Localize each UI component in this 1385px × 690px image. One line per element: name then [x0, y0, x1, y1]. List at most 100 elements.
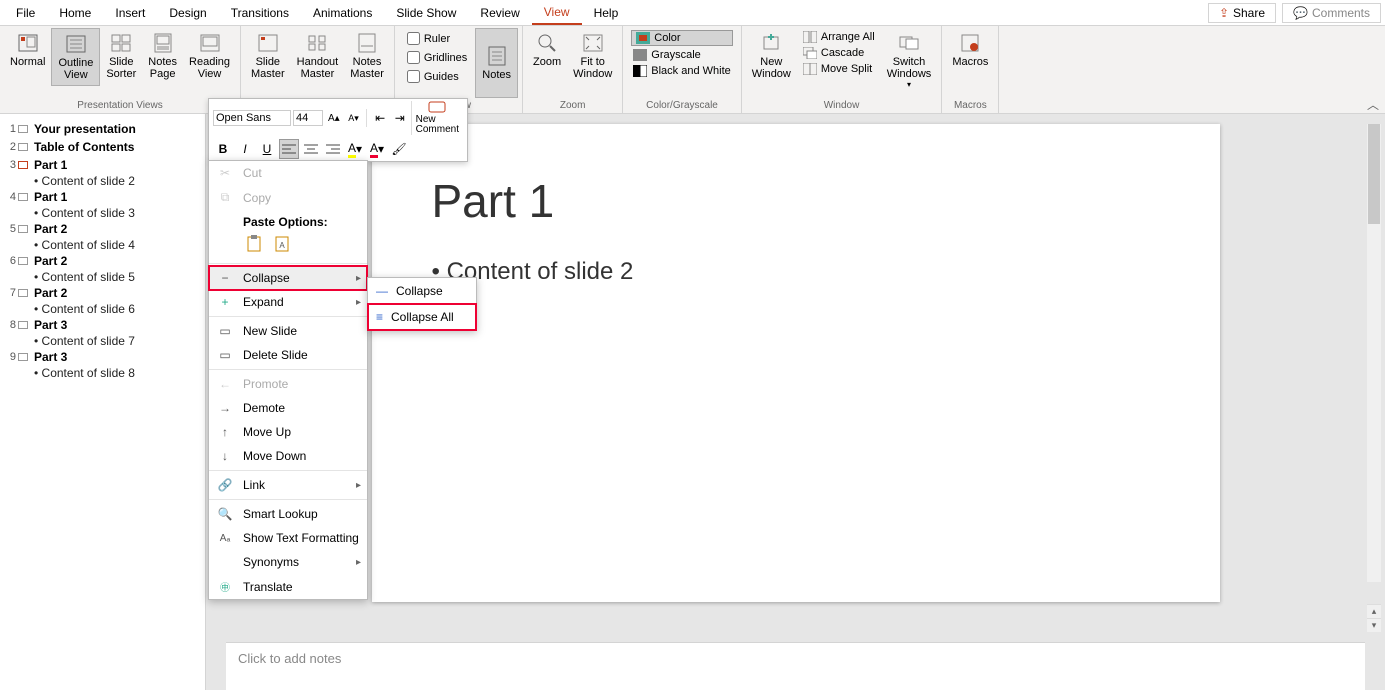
decrease-font-button[interactable]: A▾	[345, 108, 363, 128]
outline-item[interactable]: 7Part 2	[4, 284, 201, 302]
prev-slide-button[interactable]: ▴	[1367, 604, 1381, 618]
outline-item[interactable]: 2Table of Contents	[4, 138, 201, 156]
increase-font-button[interactable]: A▴	[325, 108, 343, 128]
outline-subitem[interactable]: Content of slide 4	[4, 238, 201, 252]
handout-master-button[interactable]: Handout Master	[291, 28, 345, 84]
outline-subitem[interactable]: Content of slide 6	[4, 302, 201, 316]
zoom-button[interactable]: Zoom	[527, 28, 567, 72]
outline-item[interactable]: 3Part 1	[4, 156, 201, 174]
tab-insert[interactable]: Insert	[103, 2, 157, 24]
tab-design[interactable]: Design	[157, 2, 218, 24]
reading-view-button[interactable]: Reading View	[183, 28, 236, 84]
cascade-button[interactable]: Cascade	[801, 46, 877, 60]
sub-collapse[interactable]: —Collapse	[368, 278, 476, 304]
increase-indent-button[interactable]: ⇥	[391, 108, 409, 128]
outline-title[interactable]: Your presentation	[34, 122, 136, 136]
slide[interactable]: Part 1 • Content of slide 2	[372, 124, 1220, 602]
ctx-delete-slide[interactable]: ▭Delete Slide	[209, 343, 367, 367]
outline-title[interactable]: Part 1	[34, 158, 67, 172]
ctx-show-formatting[interactable]: AₐShow Text Formatting	[209, 526, 367, 550]
decrease-indent-button[interactable]: ⇤	[371, 108, 389, 128]
outline-title[interactable]: Part 2	[34, 254, 67, 268]
ctx-translate[interactable]: ㊥Translate	[209, 574, 367, 599]
ctx-move-down[interactable]: ↓Move Down	[209, 444, 367, 468]
ctx-synonyms[interactable]: Synonyms▸	[209, 550, 367, 574]
font-color-button[interactable]: A▾	[367, 139, 387, 159]
outline-panel[interactable]: 1Your presentation2Table of Contents3Par…	[0, 114, 206, 690]
tab-file[interactable]: File	[4, 2, 47, 24]
font-name-input[interactable]	[213, 110, 291, 126]
macros-button[interactable]: Macros	[946, 28, 994, 72]
outline-subitem[interactable]: Content of slide 2	[4, 174, 201, 188]
font-size-input[interactable]	[293, 110, 323, 126]
vertical-scrollbar[interactable]	[1367, 124, 1381, 582]
outline-subitem[interactable]: Content of slide 8	[4, 366, 201, 380]
ctx-expand[interactable]: +Expand▸	[209, 290, 367, 314]
tab-help[interactable]: Help	[582, 2, 631, 24]
outline-item[interactable]: 8Part 3	[4, 316, 201, 334]
slide-sorter-button[interactable]: Slide Sorter	[100, 28, 142, 84]
normal-view-button[interactable]: Normal	[4, 28, 51, 72]
outline-item[interactable]: 4Part 1	[4, 188, 201, 206]
paste-option-1[interactable]	[243, 233, 265, 255]
new-window-button[interactable]: New Window	[746, 28, 797, 84]
ctx-move-up[interactable]: ↑Move Up	[209, 420, 367, 444]
arrange-all-button[interactable]: Arrange All	[801, 30, 877, 44]
align-left-button[interactable]	[279, 139, 299, 159]
outline-item[interactable]: 9Part 3	[4, 348, 201, 366]
slide-bullet[interactable]: • Content of slide 2	[432, 258, 1160, 286]
ctx-demote[interactable]: →Demote	[209, 396, 367, 420]
tab-home[interactable]: Home	[47, 2, 103, 24]
switch-windows-button[interactable]: Switch Windows▾	[881, 28, 938, 93]
new-comment-button[interactable]: New Comment	[411, 101, 463, 135]
gridlines-checkbox[interactable]: Gridlines	[407, 51, 467, 64]
ctx-smart-lookup[interactable]: 🔍Smart Lookup	[209, 502, 367, 526]
ctx-link[interactable]: 🔗Link▸	[209, 473, 367, 497]
move-split-button[interactable]: Move Split	[801, 62, 877, 76]
outline-subitem[interactable]: Content of slide 7	[4, 334, 201, 348]
notes-input[interactable]: Click to add notes	[226, 642, 1365, 690]
outline-title[interactable]: Part 2	[34, 222, 67, 236]
notes-master-button[interactable]: Notes Master	[344, 28, 390, 84]
fit-to-window-button[interactable]: Fit to Window	[567, 28, 618, 84]
outline-title[interactable]: Part 3	[34, 350, 67, 364]
notes-page-button[interactable]: Notes Page	[142, 28, 183, 84]
collapse-ribbon-button[interactable]: ︿	[1367, 96, 1379, 113]
outline-item[interactable]: 5Part 2	[4, 220, 201, 238]
color-button[interactable]: Color	[631, 30, 732, 46]
align-right-button[interactable]	[323, 139, 343, 159]
outline-title[interactable]: Table of Contents	[34, 140, 134, 154]
tab-slideshow[interactable]: Slide Show	[384, 2, 468, 24]
tab-animations[interactable]: Animations	[301, 2, 384, 24]
outline-title[interactable]: Part 3	[34, 318, 67, 332]
tab-transitions[interactable]: Transitions	[219, 2, 301, 24]
slide-master-button[interactable]: Slide Master	[245, 28, 291, 84]
next-slide-button[interactable]: ▾	[1367, 618, 1381, 632]
outline-item[interactable]: 1Your presentation	[4, 120, 201, 138]
ruler-checkbox[interactable]: Ruler	[407, 32, 467, 45]
share-button[interactable]: ⇪Share	[1208, 3, 1276, 23]
outline-item[interactable]: 6Part 2	[4, 252, 201, 270]
ctx-new-slide[interactable]: ▭New Slide	[209, 319, 367, 343]
highlight-button[interactable]: A▾	[345, 139, 365, 159]
underline-button[interactable]: U	[257, 139, 277, 159]
tab-review[interactable]: Review	[468, 2, 531, 24]
guides-checkbox[interactable]: Guides	[407, 70, 467, 83]
outline-view-button[interactable]: Outline View	[51, 28, 100, 86]
notes-button[interactable]: Notes	[475, 28, 518, 98]
outline-title[interactable]: Part 2	[34, 286, 67, 300]
bw-button[interactable]: Black and White	[631, 64, 732, 78]
bold-button[interactable]: B	[213, 139, 233, 159]
format-painter-button[interactable]: 🖌	[389, 139, 409, 159]
slide-title[interactable]: Part 1	[432, 174, 1160, 228]
outline-subitem[interactable]: Content of slide 5	[4, 270, 201, 284]
grayscale-button[interactable]: Grayscale	[631, 48, 732, 62]
ctx-collapse[interactable]: −Collapse▸	[209, 266, 367, 290]
align-center-button[interactable]	[301, 139, 321, 159]
scrollbar-thumb[interactable]	[1368, 124, 1380, 224]
comments-button[interactable]: 💬Comments	[1282, 3, 1381, 23]
tab-view[interactable]: View	[532, 1, 582, 25]
paste-option-2[interactable]: A	[271, 233, 293, 255]
italic-button[interactable]: I	[235, 139, 255, 159]
outline-title[interactable]: Part 1	[34, 190, 67, 204]
